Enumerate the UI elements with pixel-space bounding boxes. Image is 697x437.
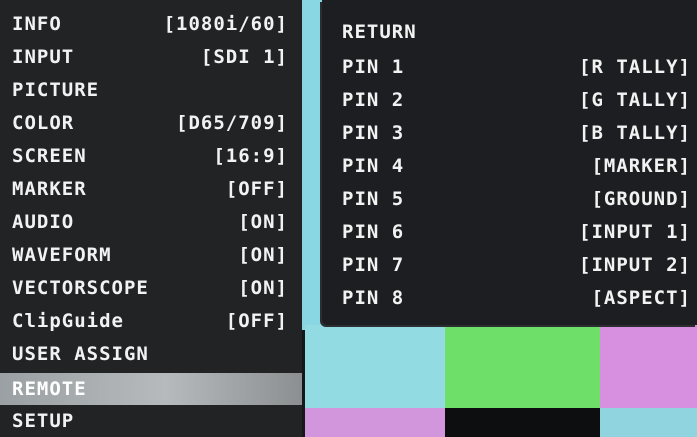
menu-item-label: SETUP <box>12 410 75 432</box>
menu-item-value: [16:9] <box>213 145 288 167</box>
menu-item-label: AUDIO <box>12 211 75 233</box>
menu-item-value: [SDI 1] <box>200 46 288 68</box>
submenu-item-value: [INPUT 2] <box>579 254 691 276</box>
submenu-item-pin-8[interactable]: PIN 8 [ASPECT] <box>322 282 697 315</box>
menu-item-label: VECTORSCOPE <box>12 277 149 299</box>
submenu-item-pin-6[interactable]: PIN 6 [INPUT 1] <box>322 216 697 249</box>
submenu-item-label: PIN 6 <box>342 221 405 243</box>
submenu-item-value: [GROUND] <box>591 188 691 210</box>
submenu-item-value: [R TALLY] <box>579 56 691 78</box>
submenu-item-value: [G TALLY] <box>579 89 691 111</box>
submenu-item-value: [B TALLY] <box>579 122 691 144</box>
submenu-item-label: RETURN <box>342 21 417 43</box>
submenu-item-pin-5[interactable]: PIN 5 [GROUND] <box>322 183 697 216</box>
menu-item-label: WAVEFORM <box>12 244 112 266</box>
submenu-item-label: PIN 4 <box>342 155 405 177</box>
menu-item-label: SCREEN <box>12 145 87 167</box>
color-bar-magenta-lower <box>305 408 445 437</box>
submenu-item-pin-7[interactable]: PIN 7 [INPUT 2] <box>322 249 697 282</box>
menu-item-info[interactable]: INFO [1080i/60] <box>0 8 302 40</box>
color-bar-black-lower <box>445 408 600 437</box>
menu-item-remote[interactable]: REMOTE <box>0 373 302 405</box>
menu-item-picture[interactable]: PICTURE <box>0 74 302 106</box>
submenu-item-value: [MARKER] <box>591 155 691 177</box>
remote-submenu: RETURN PIN 1 [R TALLY] PIN 2 [G TALLY] P… <box>322 0 697 325</box>
submenu-item-pin-3[interactable]: PIN 3 [B TALLY] <box>322 117 697 150</box>
submenu-item-label: PIN 8 <box>342 287 405 309</box>
color-bar-cyan-lower <box>600 408 697 437</box>
submenu-item-return[interactable]: RETURN <box>322 16 697 49</box>
color-bar-magenta <box>600 325 697 410</box>
menu-item-color[interactable]: COLOR [D65/709] <box>0 107 302 139</box>
menu-item-value: [1080i/60] <box>163 13 288 35</box>
menu-item-waveform[interactable]: WAVEFORM [ON] <box>0 239 302 271</box>
submenu-item-pin-4[interactable]: PIN 4 [MARKER] <box>322 150 697 183</box>
color-bar-green <box>445 325 600 410</box>
menu-item-user-assign[interactable]: USER ASSIGN <box>0 338 302 370</box>
main-menu: INFO [1080i/60] INPUT [SDI 1] PICTURE CO… <box>0 0 302 437</box>
menu-item-value: [OFF] <box>225 310 288 332</box>
submenu-item-pin-1[interactable]: PIN 1 [R TALLY] <box>322 51 697 84</box>
menu-item-label: USER ASSIGN <box>12 343 149 365</box>
menu-item-value: [OFF] <box>225 178 288 200</box>
menu-item-value: [ON] <box>238 244 288 266</box>
menu-item-label: REMOTE <box>12 378 87 400</box>
submenu-item-label: PIN 5 <box>342 188 405 210</box>
submenu-item-label: PIN 2 <box>342 89 405 111</box>
menu-item-label: MARKER <box>12 178 87 200</box>
submenu-item-value: [ASPECT] <box>591 287 691 309</box>
submenu-item-pin-2[interactable]: PIN 2 [G TALLY] <box>322 84 697 117</box>
submenu-item-value: [INPUT 1] <box>579 221 691 243</box>
menu-item-value: [D65/709] <box>176 112 288 134</box>
menu-item-label: COLOR <box>12 112 75 134</box>
color-bar-cyan <box>305 325 445 410</box>
menu-item-value: [ON] <box>238 277 288 299</box>
menu-item-marker[interactable]: MARKER [OFF] <box>0 173 302 205</box>
submenu-item-label: PIN 3 <box>342 122 405 144</box>
menu-item-input[interactable]: INPUT [SDI 1] <box>0 41 302 73</box>
menu-item-vectorscope[interactable]: VECTORSCOPE [ON] <box>0 272 302 304</box>
menu-item-label: INFO <box>12 13 62 35</box>
menu-item-label: INPUT <box>12 46 75 68</box>
submenu-item-label: PIN 1 <box>342 56 405 78</box>
menu-item-clipguide[interactable]: ClipGuide [OFF] <box>0 305 302 337</box>
menu-item-audio[interactable]: AUDIO [ON] <box>0 206 302 238</box>
menu-item-label: PICTURE <box>12 79 100 101</box>
menu-item-label: ClipGuide <box>12 310 124 332</box>
menu-item-value: [ON] <box>238 211 288 233</box>
submenu-item-label: PIN 7 <box>342 254 405 276</box>
menu-item-screen[interactable]: SCREEN [16:9] <box>0 140 302 172</box>
menu-item-setup[interactable]: SETUP <box>0 405 302 437</box>
